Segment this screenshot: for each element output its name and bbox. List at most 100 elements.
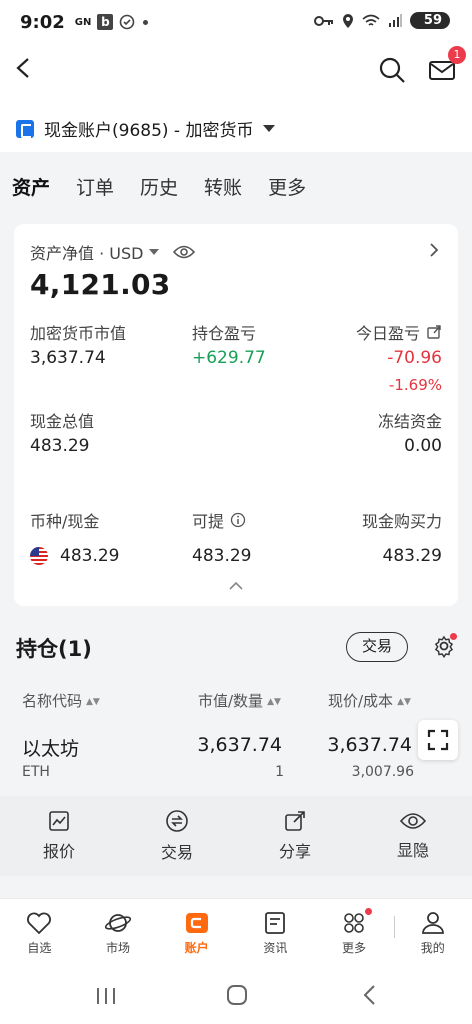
share-action[interactable]: 分享 <box>236 796 354 876</box>
frozen-label: 冻结资金 <box>377 412 442 431</box>
buying-power-value: 483.29 <box>382 546 442 566</box>
nav-watchlist-label: 自选 <box>27 941 52 955</box>
fullscreen-icon <box>427 729 449 751</box>
column-header-market-value-label: 市值/数量 <box>198 692 264 710</box>
sort-icon: ▲▼ <box>267 697 281 707</box>
account-selector[interactable]: 现金账户(9685) - 加密货币 <box>16 116 276 141</box>
net-value-header[interactable]: 资产净值 · USD <box>30 240 196 264</box>
visibility-action-label: 显隐 <box>396 841 429 860</box>
notification-dot <box>143 19 149 25</box>
battery-icon: 59 <box>409 12 450 29</box>
tab-more[interactable]: 更多 <box>268 173 306 200</box>
tab-history[interactable]: 历史 <box>140 173 178 200</box>
buying-power-label: 现金购买力 <box>361 512 442 531</box>
eye-icon <box>400 813 426 829</box>
trade-action[interactable]: 交易 <box>118 796 236 876</box>
asset-code: ETH <box>22 764 50 780</box>
withdrawable-value: 483.29 <box>192 546 252 566</box>
nav-news-label: 资讯 <box>263 941 288 955</box>
grid-icon <box>344 913 364 933</box>
column-header-price-label: 现价/成本 <box>328 692 394 710</box>
key-icon <box>313 15 333 26</box>
tab-transfer[interactable]: 转账 <box>204 173 242 200</box>
nav-more-badge-dot <box>364 908 372 915</box>
nav-news[interactable]: 资讯 <box>236 899 315 968</box>
tab-bar: 资产 订单 历史 转账 更多 <box>0 160 472 212</box>
status-icons: 59 <box>313 12 450 29</box>
currency-caret-icon <box>149 249 160 255</box>
wifi-icon <box>362 14 380 26</box>
total-cash-label: 现金总值 <box>30 412 95 431</box>
column-header-name-label: 名称代码 <box>22 692 83 710</box>
planet-icon <box>104 914 132 932</box>
gear-badge-dot <box>450 633 457 640</box>
system-nav-bar <box>0 968 472 1024</box>
sort-icon: ▲▼ <box>397 697 411 707</box>
today-pl-label: 今日盈亏 <box>355 324 420 343</box>
asset-name: 以太坊 <box>22 738 80 760</box>
eye-icon[interactable] <box>173 244 196 260</box>
carrier-label: GN <box>74 16 92 28</box>
holding-action-bar: 报价 交易 分享 显隐 <box>0 796 472 876</box>
tab-assets[interactable]: 资产 <box>9 173 50 204</box>
withdrawable-header[interactable]: 可提 <box>192 508 246 532</box>
today-pl: -70.96 <box>387 348 442 368</box>
account-label: 现金账户(9685) - 加密货币 <box>44 121 254 141</box>
trade-action-label: 交易 <box>160 843 193 862</box>
column-header-name[interactable]: 名称代码 ▲▼ <box>22 690 100 711</box>
net-value-label: 资产净值 · USD <box>30 244 144 263</box>
today-pl-header[interactable]: 今日盈亏 <box>356 320 442 344</box>
account-icon <box>16 119 34 138</box>
info-icon[interactable] <box>230 512 246 528</box>
nav-market[interactable]: 市场 <box>79 899 158 968</box>
home-icon[interactable] <box>226 984 248 1006</box>
frozen-value: 0.00 <box>404 436 442 456</box>
asset-price: 3,637.74 <box>327 734 412 756</box>
mail-badge: 1 <box>448 46 466 64</box>
signal-icon <box>388 13 402 27</box>
app-header: 1 现金账户(9685) - 加密货币 <box>0 44 472 152</box>
nav-more-label: 更多 <box>342 941 367 955</box>
caret-down-icon <box>263 125 276 132</box>
nav-profile-label: 我的 <box>420 941 445 955</box>
nav-account[interactable]: 账户 <box>157 899 236 968</box>
usd-cash-row: 483.29 <box>30 546 119 566</box>
share-small-icon <box>427 325 441 339</box>
nav-watchlist[interactable]: 自选 <box>0 899 79 968</box>
person-icon <box>421 912 444 934</box>
location-icon <box>342 13 353 28</box>
account-icon <box>185 913 208 933</box>
heart-icon <box>27 912 52 935</box>
bottom-nav: 自选 市场 账户 资讯 更多 我的 <box>0 898 472 968</box>
chevron-up-icon[interactable] <box>228 580 244 592</box>
asset-cost: 3,007.96 <box>351 764 414 780</box>
asset-market-value: 3,637.74 <box>197 734 282 756</box>
withdrawable-label: 可提 <box>192 512 225 531</box>
chevron-right-icon[interactable] <box>428 242 440 258</box>
fullscreen-button[interactable] <box>418 720 458 760</box>
sort-icon: ▲▼ <box>86 697 100 707</box>
column-header-price[interactable]: 现价/成本 ▲▼ <box>328 690 411 711</box>
crypto-market-value-label: 加密货币市值 <box>30 324 127 343</box>
share-action-label: 分享 <box>278 842 311 861</box>
total-cash: 483.29 <box>30 436 90 456</box>
trade-button[interactable]: 交易 <box>346 632 408 662</box>
recent-apps-icon[interactable] <box>94 986 118 1006</box>
nav-profile[interactable]: 我的 <box>393 899 472 968</box>
quote-action[interactable]: 报价 <box>0 796 118 876</box>
column-header-market-value[interactable]: 市值/数量 ▲▼ <box>198 690 281 711</box>
system-back-icon[interactable] <box>362 984 378 1006</box>
nav-divider <box>394 916 395 938</box>
tab-orders[interactable]: 订单 <box>76 173 114 200</box>
visibility-action[interactable]: 显隐 <box>354 796 472 876</box>
status-time: 9:02 <box>20 11 65 33</box>
nav-more[interactable]: 更多 <box>315 899 394 968</box>
status-bar: 9:02 GN b 59 <box>0 0 472 44</box>
position-pl: +629.77 <box>192 348 266 368</box>
crypto-market-value: 3,637.74 <box>30 348 106 368</box>
back-icon[interactable] <box>12 56 36 80</box>
search-icon[interactable] <box>378 56 406 84</box>
usd-cash-value: 483.29 <box>60 546 120 566</box>
currency-cash-label: 币种/现金 <box>30 512 100 531</box>
asset-card: 资产净值 · USD 4,121.03 加密货币市值 3,637.74 持仓盈亏… <box>14 224 458 606</box>
